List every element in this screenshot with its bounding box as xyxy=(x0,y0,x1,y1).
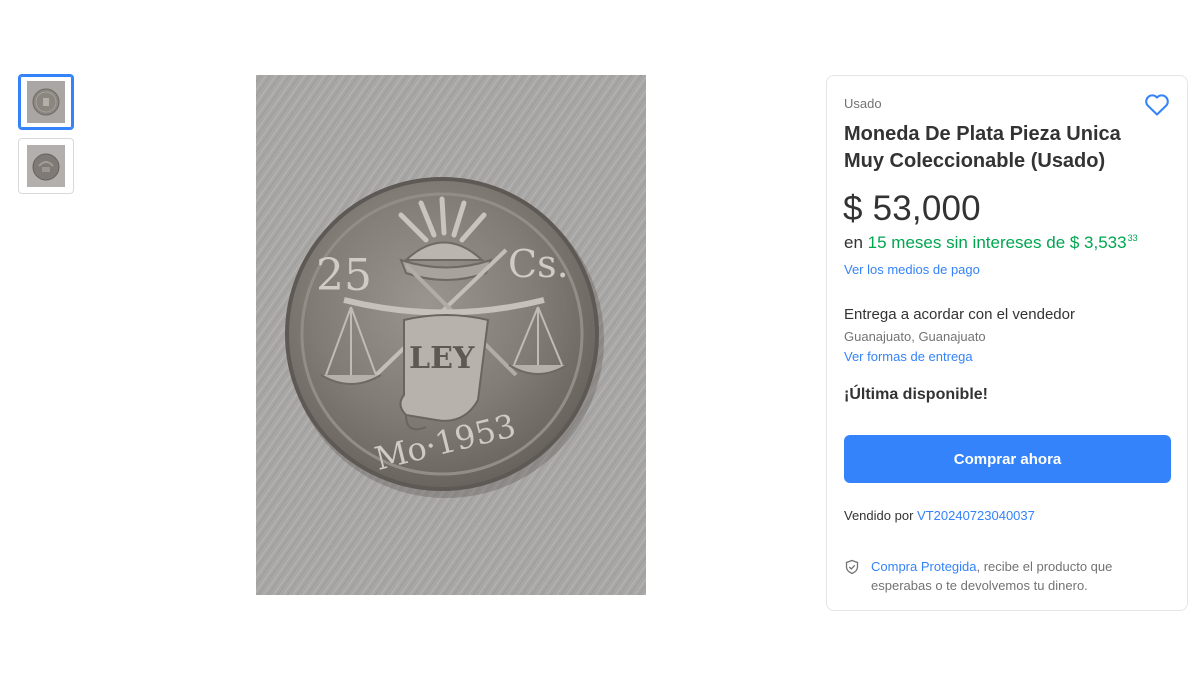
coin-denomination-text: 25 xyxy=(316,250,372,301)
favorite-button[interactable] xyxy=(1144,93,1170,117)
seller-label: Vendido por xyxy=(844,508,914,523)
seller-info: Vendido por VT20240723040037 xyxy=(844,508,1035,523)
installments-prefix: en xyxy=(844,233,863,252)
seller-location: Guanajuato, Guanajuato xyxy=(844,329,986,344)
coin-thumbnail-icon xyxy=(27,81,65,123)
installments-cents: 33 xyxy=(1127,233,1138,243)
thumbnail-2[interactable] xyxy=(18,138,74,194)
silver-coin-photo-icon: LEY 25 Cs. Mo·1953 xyxy=(256,75,646,595)
shipping-options-link[interactable]: Ver formas de entrega xyxy=(844,349,973,364)
product-title: Moneda De Plata Pieza Unica Muy Coleccio… xyxy=(844,123,1121,172)
heart-icon xyxy=(1145,94,1169,116)
installments: en 15 meses sin intereses de $ 3,53333 xyxy=(844,233,1138,253)
stock-status: ¡Última disponible! xyxy=(844,386,988,403)
condition-label: Usado xyxy=(844,96,882,111)
thumbnail-list xyxy=(18,74,76,202)
coin-unit-text: Cs. xyxy=(508,242,569,286)
price: $ 53,000 xyxy=(843,189,981,228)
protected-purchase-link[interactable]: Compra Protegida xyxy=(871,559,977,574)
delivery-text: Entrega a acordar con el vendedor xyxy=(844,306,1075,323)
thumbnail-1[interactable] xyxy=(18,74,74,130)
installments-highlight: 15 meses sin intereses de $ 3,533 xyxy=(867,233,1127,252)
shield-check-icon xyxy=(845,559,859,575)
buy-now-button[interactable]: Comprar ahora xyxy=(844,435,1171,483)
purchase-protection: Compra Protegida, recibe el producto que… xyxy=(844,557,1164,595)
seller-name-link[interactable]: VT20240723040037 xyxy=(917,508,1035,523)
main-product-image[interactable]: LEY 25 Cs. Mo·1953 xyxy=(256,75,646,595)
payment-methods-link[interactable]: Ver los medios de pago xyxy=(844,262,980,277)
coin-thumbnail-icon xyxy=(27,145,65,187)
purchase-panel: Usado Moneda De Plata Pieza Unica Muy Co… xyxy=(826,75,1188,611)
coin-motto-text: LEY xyxy=(409,341,475,376)
